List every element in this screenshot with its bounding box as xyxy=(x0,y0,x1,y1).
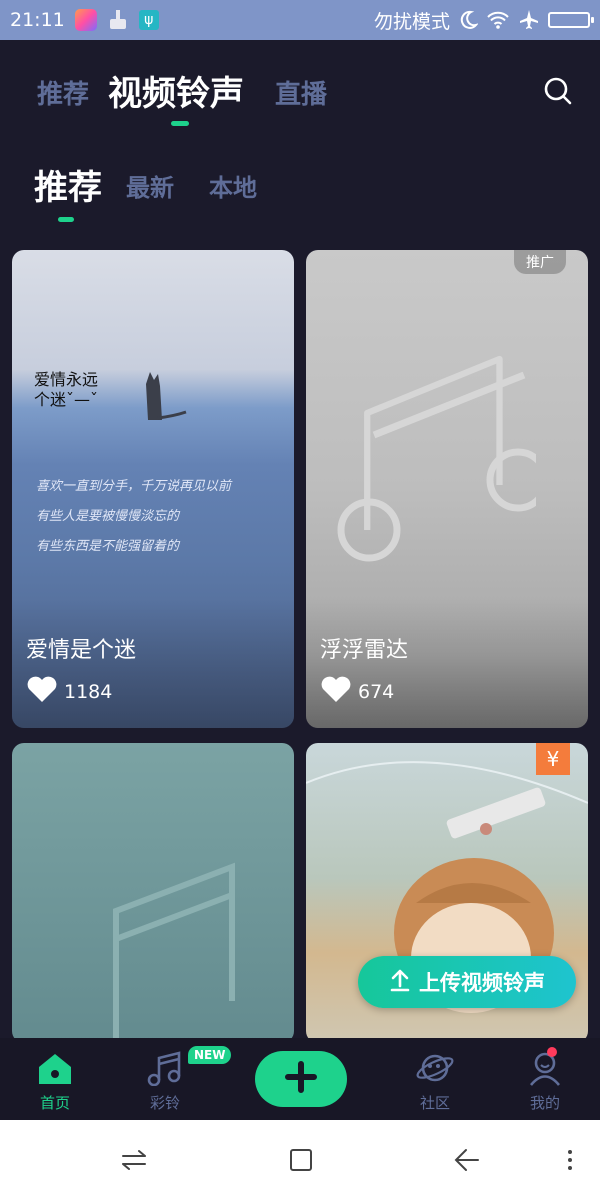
nav-mine[interactable]: 我的 xyxy=(505,1050,585,1120)
system-nav-bar xyxy=(0,1120,600,1200)
notification-dot xyxy=(547,1047,557,1057)
subtab-latest[interactable]: 最新 xyxy=(126,168,174,203)
planet-icon xyxy=(415,1050,455,1090)
music-note-icon xyxy=(336,340,550,570)
cat-illustration xyxy=(130,362,190,422)
subtab-local[interactable]: 本地 xyxy=(209,168,257,203)
card-title: 爱情是个迷 xyxy=(26,638,137,663)
top-tab-bar: 推荐 视频铃声 直播 xyxy=(0,40,600,140)
card-likes: 674 xyxy=(320,675,394,708)
wifi-icon xyxy=(486,10,510,30)
music-note-icon xyxy=(102,861,242,1041)
video-card[interactable] xyxy=(12,743,294,1043)
tab-recommend[interactable]: 推荐 xyxy=(37,74,89,111)
nav-home-label: 首页 xyxy=(39,1094,70,1112)
nav-community-label: 社区 xyxy=(419,1094,450,1112)
video-card[interactable]: 爱情永远 个迷ˇ—ˇ 喜欢一直到分手，千万说再见以前 有些人是要被慢慢淡忘的 有… xyxy=(12,250,294,728)
back-icon[interactable] xyxy=(452,1146,480,1174)
menu-icon[interactable] xyxy=(556,1146,584,1174)
search-icon[interactable] xyxy=(542,75,574,107)
broom-icon xyxy=(107,9,129,31)
heart-icon[interactable] xyxy=(320,675,352,708)
active-subtab-indicator xyxy=(58,217,74,222)
app-icon xyxy=(74,9,97,31)
card-likes: 1184 xyxy=(26,675,112,708)
upload-button-label: 上传视频铃声 xyxy=(419,971,545,995)
upload-icon xyxy=(389,968,411,997)
promo-badge: 推广 xyxy=(514,250,566,274)
home-icon xyxy=(35,1050,75,1090)
nav-community[interactable]: 社区 xyxy=(395,1050,475,1120)
nav-ringtone-label: 彩铃 xyxy=(149,1094,180,1112)
subtab-recommend[interactable]: 推荐 xyxy=(34,160,102,209)
upload-video-ringtone-button[interactable]: 上传视频铃声 xyxy=(358,956,576,1008)
switch-icon[interactable] xyxy=(120,1146,148,1174)
sub-tab-bar: 推荐 最新 本地 xyxy=(0,150,600,230)
moon-icon xyxy=(458,10,478,30)
card-poem: 喜欢一直到分手，千万说再见以前 有些人是要被慢慢淡忘的 有些东西是不能强留着的 xyxy=(36,479,232,554)
recent-apps-icon[interactable] xyxy=(287,1146,315,1174)
battery-icon xyxy=(548,12,594,28)
heart-icon[interactable] xyxy=(26,675,58,708)
dnd-mode-text: 勿扰模式 xyxy=(373,10,450,33)
nav-home[interactable]: 首页 xyxy=(15,1050,95,1120)
plus-icon xyxy=(284,1060,318,1098)
add-button[interactable] xyxy=(255,1051,347,1107)
like-count: 1184 xyxy=(64,680,113,703)
music-note-icon xyxy=(145,1050,185,1090)
usb-icon: ψ xyxy=(138,10,159,30)
tab-live[interactable]: 直播 xyxy=(275,74,327,111)
status-bar: 21:11 ψ 勿扰模式 xyxy=(0,0,600,40)
card-title: 浮浮雷达 xyxy=(320,638,409,663)
new-badge: NEW xyxy=(188,1046,232,1064)
like-count: 674 xyxy=(358,680,395,703)
airplane-icon xyxy=(518,9,540,31)
active-tab-indicator xyxy=(171,121,189,126)
tab-video-ringtone[interactable]: 视频铃声 xyxy=(108,66,244,115)
nav-mine-label: 我的 xyxy=(529,1094,560,1112)
status-time: 21:11 xyxy=(10,9,65,31)
card-overlay-text: 爱情永远 个迷ˇ—ˇ xyxy=(34,370,99,409)
video-card[interactable]: 推广 浮浮雷达 674 xyxy=(306,250,588,728)
user-icon xyxy=(525,1050,565,1090)
